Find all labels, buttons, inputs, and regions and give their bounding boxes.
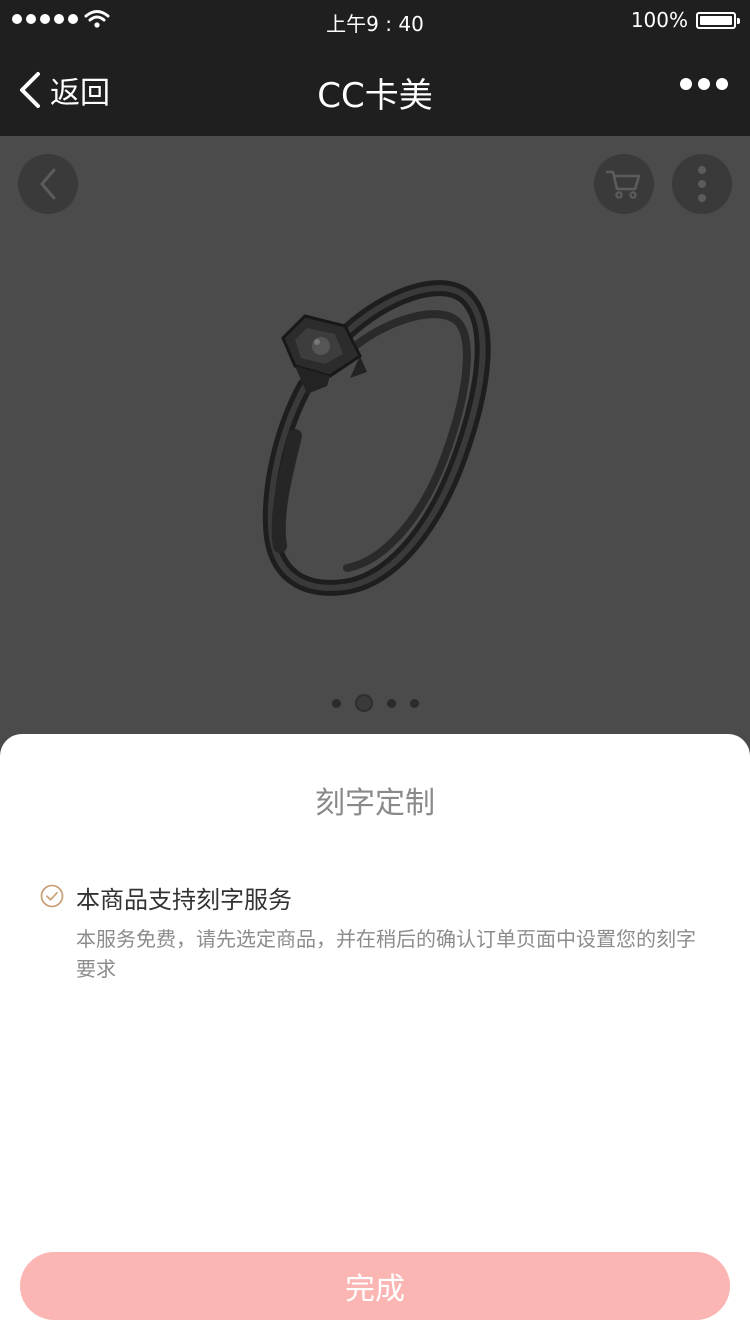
check-circle-icon <box>40 884 64 908</box>
carousel-dot[interactable] <box>331 698 341 708</box>
product-gallery <box>0 136 750 736</box>
carousel-indicator <box>0 694 750 712</box>
more-vertical-button[interactable] <box>672 154 732 214</box>
battery-icon <box>696 12 740 29</box>
nav-bar: 返回 CC卡美 <box>0 40 750 136</box>
carousel-dot-active[interactable] <box>354 694 373 712</box>
feature-description: 本服务免费，请先选定商品，并在稍后的确认订单页面中设置您的刻字要求 <box>76 927 696 981</box>
carousel-dot[interactable] <box>386 698 396 708</box>
page-title: CC卡美 <box>317 76 433 116</box>
more-vertical-icon <box>698 166 706 202</box>
engraving-sheet: 刻字定制 本商品支持刻字服务 本服务免费，请先选定商品，并在稍后的确认订单页面中… <box>0 734 750 1334</box>
feature-title: 本商品支持刻字服务 <box>76 886 292 914</box>
cart-icon <box>605 170 641 199</box>
gallery-back-button[interactable] <box>18 154 78 214</box>
sheet-title: 刻字定制 <box>315 786 435 821</box>
status-bar: 上午9 : 40 100% <box>0 0 750 40</box>
ellipsis-icon[interactable] <box>680 78 728 90</box>
battery-percent: 100% <box>630 8 688 32</box>
diamond-ring-image <box>262 280 491 596</box>
chevron-left-icon <box>40 168 56 200</box>
carousel-dot[interactable] <box>409 698 419 708</box>
done-button[interactable]: 完成 <box>20 1252 730 1320</box>
cart-button[interactable] <box>594 154 654 214</box>
